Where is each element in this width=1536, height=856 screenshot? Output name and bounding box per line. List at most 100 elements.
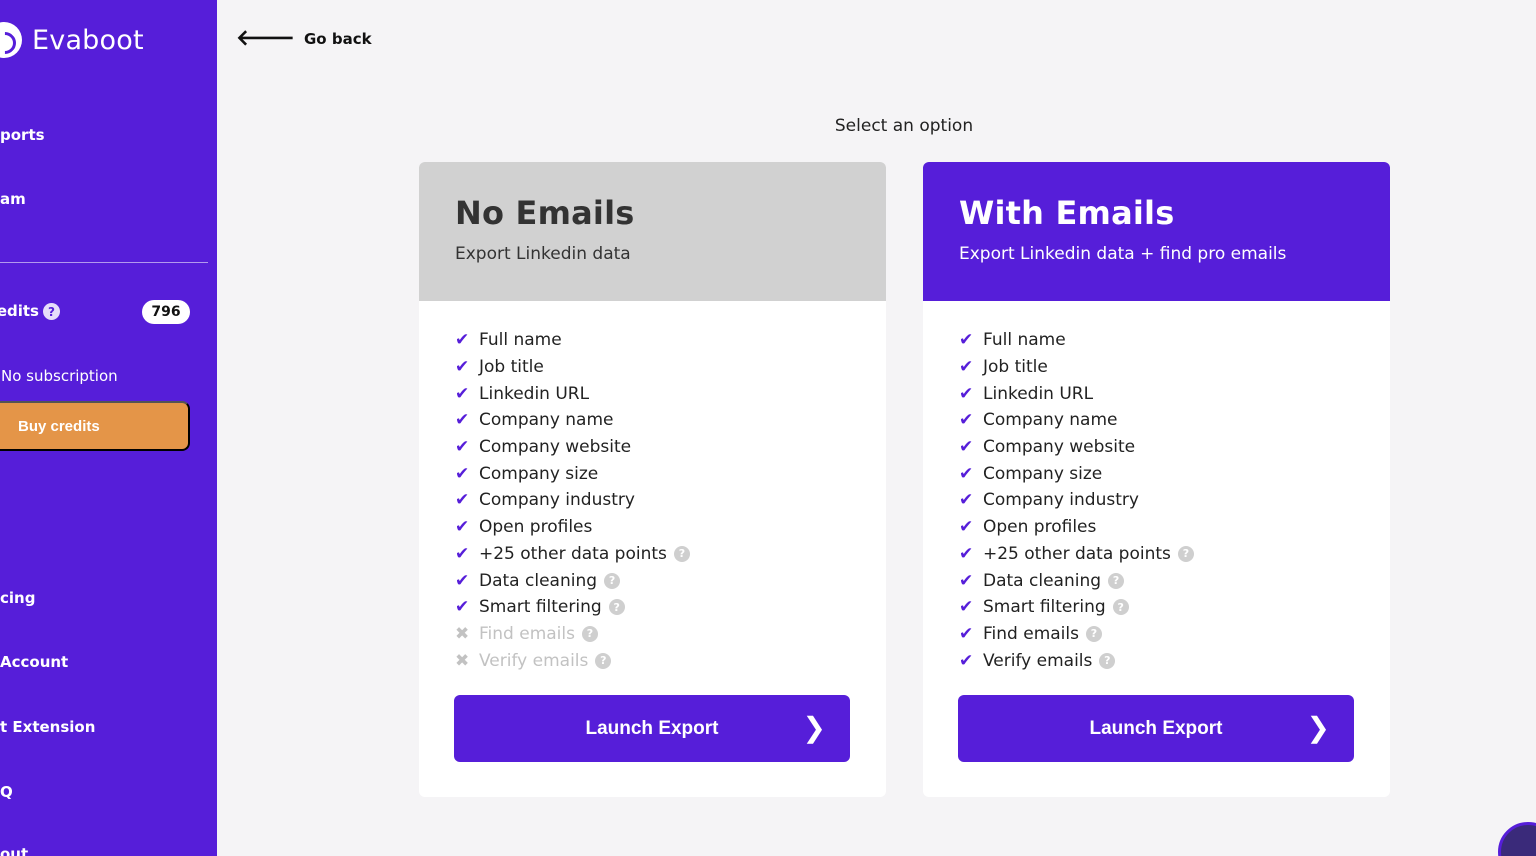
check-icon: ✔ (959, 330, 974, 351)
feature-label: Company name (479, 410, 614, 431)
chevron-right-icon: ❯ (1306, 712, 1330, 743)
logo-text: Evaboot (32, 24, 144, 56)
feature-label: Full name (983, 330, 1066, 351)
check-icon: ✔ (455, 597, 470, 618)
feature-item: ✔ Smart filtering? (959, 594, 1390, 621)
feature-item: ✖ Verify emails? (455, 647, 886, 674)
check-icon: ✔ (455, 490, 470, 511)
credits-count-badge: 796 (142, 300, 190, 324)
feature-item: ✔ Company name (959, 407, 1390, 434)
sidebar-item-team[interactable]: am (0, 190, 26, 208)
check-icon: ✔ (959, 570, 974, 591)
feature-item: ✔ Company website (959, 434, 1390, 461)
question-circle-icon[interactable]: ? (604, 572, 621, 589)
go-back-label: Go back (304, 30, 372, 48)
feature-item: ✔ Company industry (959, 487, 1390, 514)
card-subtitle: Export Linkedin data (455, 244, 631, 264)
feature-item: ✔ Company size (959, 460, 1390, 487)
feature-label: Job title (983, 357, 1048, 378)
sidebar-item-logout[interactable]: out (0, 845, 28, 856)
check-icon: ✔ (455, 383, 470, 404)
feature-label: Open profiles (479, 517, 593, 538)
sidebar-item-pricing[interactable]: cing (0, 589, 35, 607)
feature-label: Company industry (479, 490, 635, 511)
feature-label: +25 other data points (983, 543, 1171, 564)
launch-export-button[interactable]: Launch Export ❯ (958, 695, 1354, 762)
check-icon: ✔ (455, 463, 470, 484)
feature-label: Job title (479, 357, 544, 378)
feature-item: ✔ Company size (455, 460, 886, 487)
cross-icon: ✖ (455, 623, 470, 644)
question-circle-icon[interactable]: ? (1177, 545, 1194, 562)
feature-label: Company website (983, 437, 1136, 458)
feature-label: Data cleaning (479, 570, 598, 591)
feature-label: Data cleaning (983, 570, 1102, 591)
feature-item: ✔ Job title (959, 354, 1390, 381)
logo[interactable]: Evaboot (0, 22, 144, 58)
feature-item: ✔ Company industry (455, 487, 886, 514)
feature-label: Verify emails (983, 650, 1093, 671)
feature-item: ✔ Open profiles (455, 514, 886, 541)
launch-export-button[interactable]: Launch Export ❯ (454, 695, 850, 762)
select-option-title: Select an option (834, 116, 974, 136)
sidebar-item-faq[interactable]: Q (0, 783, 13, 801)
question-circle-icon[interactable]: ? (595, 652, 612, 669)
feature-list: ✔ Full name ✔ Job title ✔ Linkedin URL ✔ Compan… (419, 301, 886, 674)
card-header: No Emails Export Linkedin data (419, 162, 886, 301)
question-circle-icon[interactable]: ? (1099, 652, 1116, 669)
card-subtitle: Export Linkedin data + find pro emails (959, 244, 1287, 264)
card-header: With Emails Export Linkedin data + find … (923, 162, 1390, 301)
question-circle-icon[interactable]: ? (1085, 625, 1102, 642)
question-circle-icon[interactable]: ? (43, 303, 60, 320)
sidebar-divider (0, 262, 208, 263)
feature-item: ✔ Linkedin URL (959, 380, 1390, 407)
buy-credits-button[interactable]: Buy credits (0, 401, 190, 451)
feature-item: ✔ Open profiles (959, 514, 1390, 541)
feature-label: Company name (983, 410, 1118, 431)
feature-item: ✔ Verify emails? (959, 647, 1390, 674)
check-icon: ✔ (959, 543, 974, 564)
go-back-link[interactable]: 🡐 Go back (236, 28, 372, 50)
evaboot-logo-icon (0, 22, 22, 58)
credits-row: credits? 796 (0, 300, 200, 324)
feature-item: ✔ Full name (959, 327, 1390, 354)
feature-label: Smart filtering (983, 597, 1106, 618)
feature-item: ✔ Linkedin URL (455, 380, 886, 407)
check-icon: ✔ (455, 410, 470, 431)
question-circle-icon[interactable]: ? (581, 625, 598, 642)
feature-item: ✔ Full name (455, 327, 886, 354)
sidebar-item-extension[interactable]: t Extension (0, 718, 95, 736)
feature-label: Linkedin URL (983, 383, 1094, 404)
check-icon: ✔ (959, 357, 974, 378)
feature-label: Company industry (983, 490, 1139, 511)
check-icon: ✔ (959, 463, 974, 484)
question-circle-icon[interactable]: ? (608, 599, 625, 616)
user-avatar[interactable] (1498, 822, 1536, 856)
question-circle-icon[interactable]: ? (673, 545, 690, 562)
feature-item: ✖ Find emails? (455, 621, 886, 648)
feature-label: Find emails (983, 623, 1079, 644)
feature-label: Company website (479, 437, 632, 458)
question-circle-icon[interactable]: ? (1112, 599, 1129, 616)
check-icon: ✔ (455, 437, 470, 458)
feature-item: ✔ Find emails? (959, 621, 1390, 648)
check-icon: ✔ (455, 570, 470, 591)
feature-item: ✔ +25 other data points? (959, 541, 1390, 568)
check-icon: ✔ (455, 517, 470, 538)
card-title: No Emails (455, 194, 635, 232)
sidebar-item-account[interactable]: Account (0, 653, 68, 671)
feature-item: ✔ Company name (455, 407, 886, 434)
chevron-right-icon: ❯ (802, 712, 826, 743)
check-icon: ✔ (455, 330, 470, 351)
feature-item: ✔ Smart filtering? (455, 594, 886, 621)
feature-label: Find emails (479, 623, 575, 644)
feature-item: ✔ Job title (455, 354, 886, 381)
feature-item: ✔ Data cleaning? (455, 567, 886, 594)
check-icon: ✔ (959, 437, 974, 458)
feature-label: Verify emails (479, 650, 589, 671)
check-icon: ✔ (959, 490, 974, 511)
question-circle-icon[interactable]: ? (1108, 572, 1125, 589)
feature-label: Linkedin URL (479, 383, 590, 404)
check-icon: ✔ (959, 383, 974, 404)
feature-label: +25 other data points (479, 543, 667, 564)
